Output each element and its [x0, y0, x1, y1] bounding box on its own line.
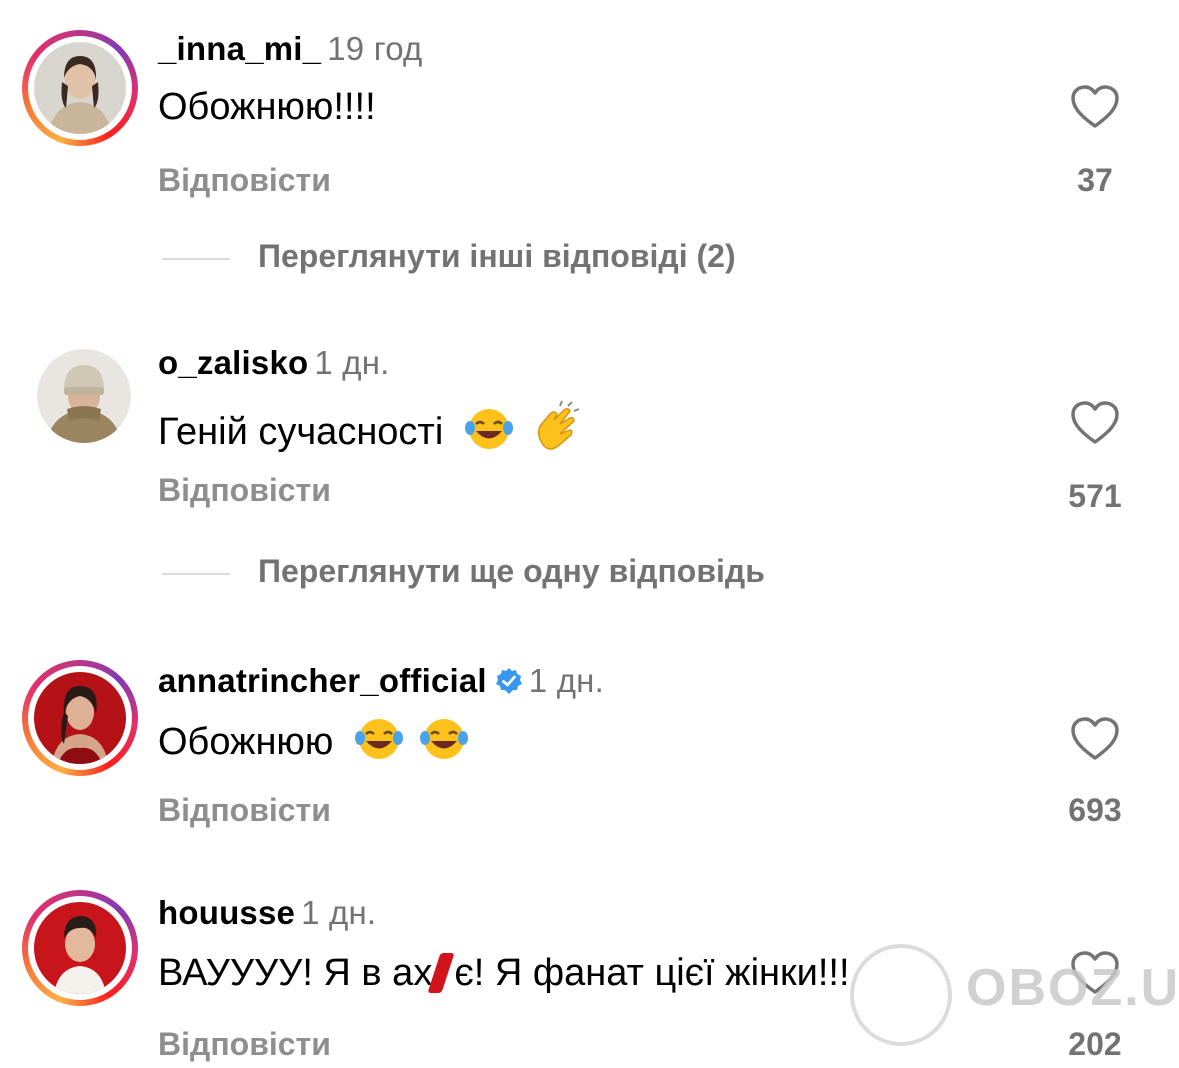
- reply-button[interactable]: Відповісти: [158, 472, 331, 509]
- verified-badge-icon: [495, 668, 522, 694]
- comment-username[interactable]: _inna_mi_ 19 год: [158, 30, 423, 68]
- avatar-man-beanie-icon: [37, 349, 131, 443]
- avatar-woman-beige-icon: [34, 42, 126, 134]
- reply-button[interactable]: Відповісти: [158, 792, 331, 829]
- comment-username[interactable]: o_zalisko 1 дн.: [158, 344, 390, 382]
- comment-text: ВАУУУУ! Я в ах є! Я фанат цієї жінки!!!: [158, 952, 850, 994]
- divider: [162, 258, 230, 260]
- avatar[interactable]: [22, 30, 138, 146]
- comment-text: Обожнюю: [158, 716, 469, 764]
- like-count: 693: [1068, 792, 1122, 828]
- joy-emoji-icon: [355, 719, 403, 759]
- comment-time: 1 дн.: [314, 344, 390, 381]
- clap-emoji-icon: [538, 400, 580, 450]
- like-heart-icon[interactable]: [1070, 400, 1120, 446]
- like-count: 202: [1068, 1026, 1122, 1062]
- like-count: 37: [1077, 162, 1113, 198]
- like-count: 571: [1068, 478, 1122, 514]
- like-heart-icon[interactable]: [1070, 84, 1120, 130]
- comment-time: 19 год: [327, 30, 423, 67]
- comment-time: 1 дн.: [301, 894, 377, 931]
- joy-emoji-icon: [464, 409, 513, 449]
- watermark-logo-icon: [850, 944, 952, 1046]
- comment-text: Геній сучасності: [158, 400, 582, 454]
- joy-emoji-icon: [419, 719, 468, 759]
- comment-time: 1 дн.: [528, 662, 604, 699]
- comment-username[interactable]: houusse 1 дн.: [158, 894, 376, 932]
- avatar-woman-red-icon: [34, 672, 126, 764]
- like-heart-icon[interactable]: [1070, 716, 1120, 762]
- view-replies-label: Переглянути ще одну відповідь: [258, 553, 765, 589]
- avatar[interactable]: [22, 334, 138, 450]
- comment-username[interactable]: annatrincher_official 1 дн.: [158, 662, 604, 700]
- divider: [162, 573, 230, 575]
- reply-button[interactable]: Відповісти: [158, 1026, 331, 1063]
- avatar[interactable]: [22, 660, 138, 776]
- avatar[interactable]: [22, 890, 138, 1006]
- view-replies-label: Переглянути інші відповіді (2): [258, 238, 736, 274]
- reply-button[interactable]: Відповісти: [158, 162, 331, 199]
- comment-text: Обожнюю!!!!: [158, 86, 376, 128]
- avatar-man-red-icon: [34, 902, 126, 994]
